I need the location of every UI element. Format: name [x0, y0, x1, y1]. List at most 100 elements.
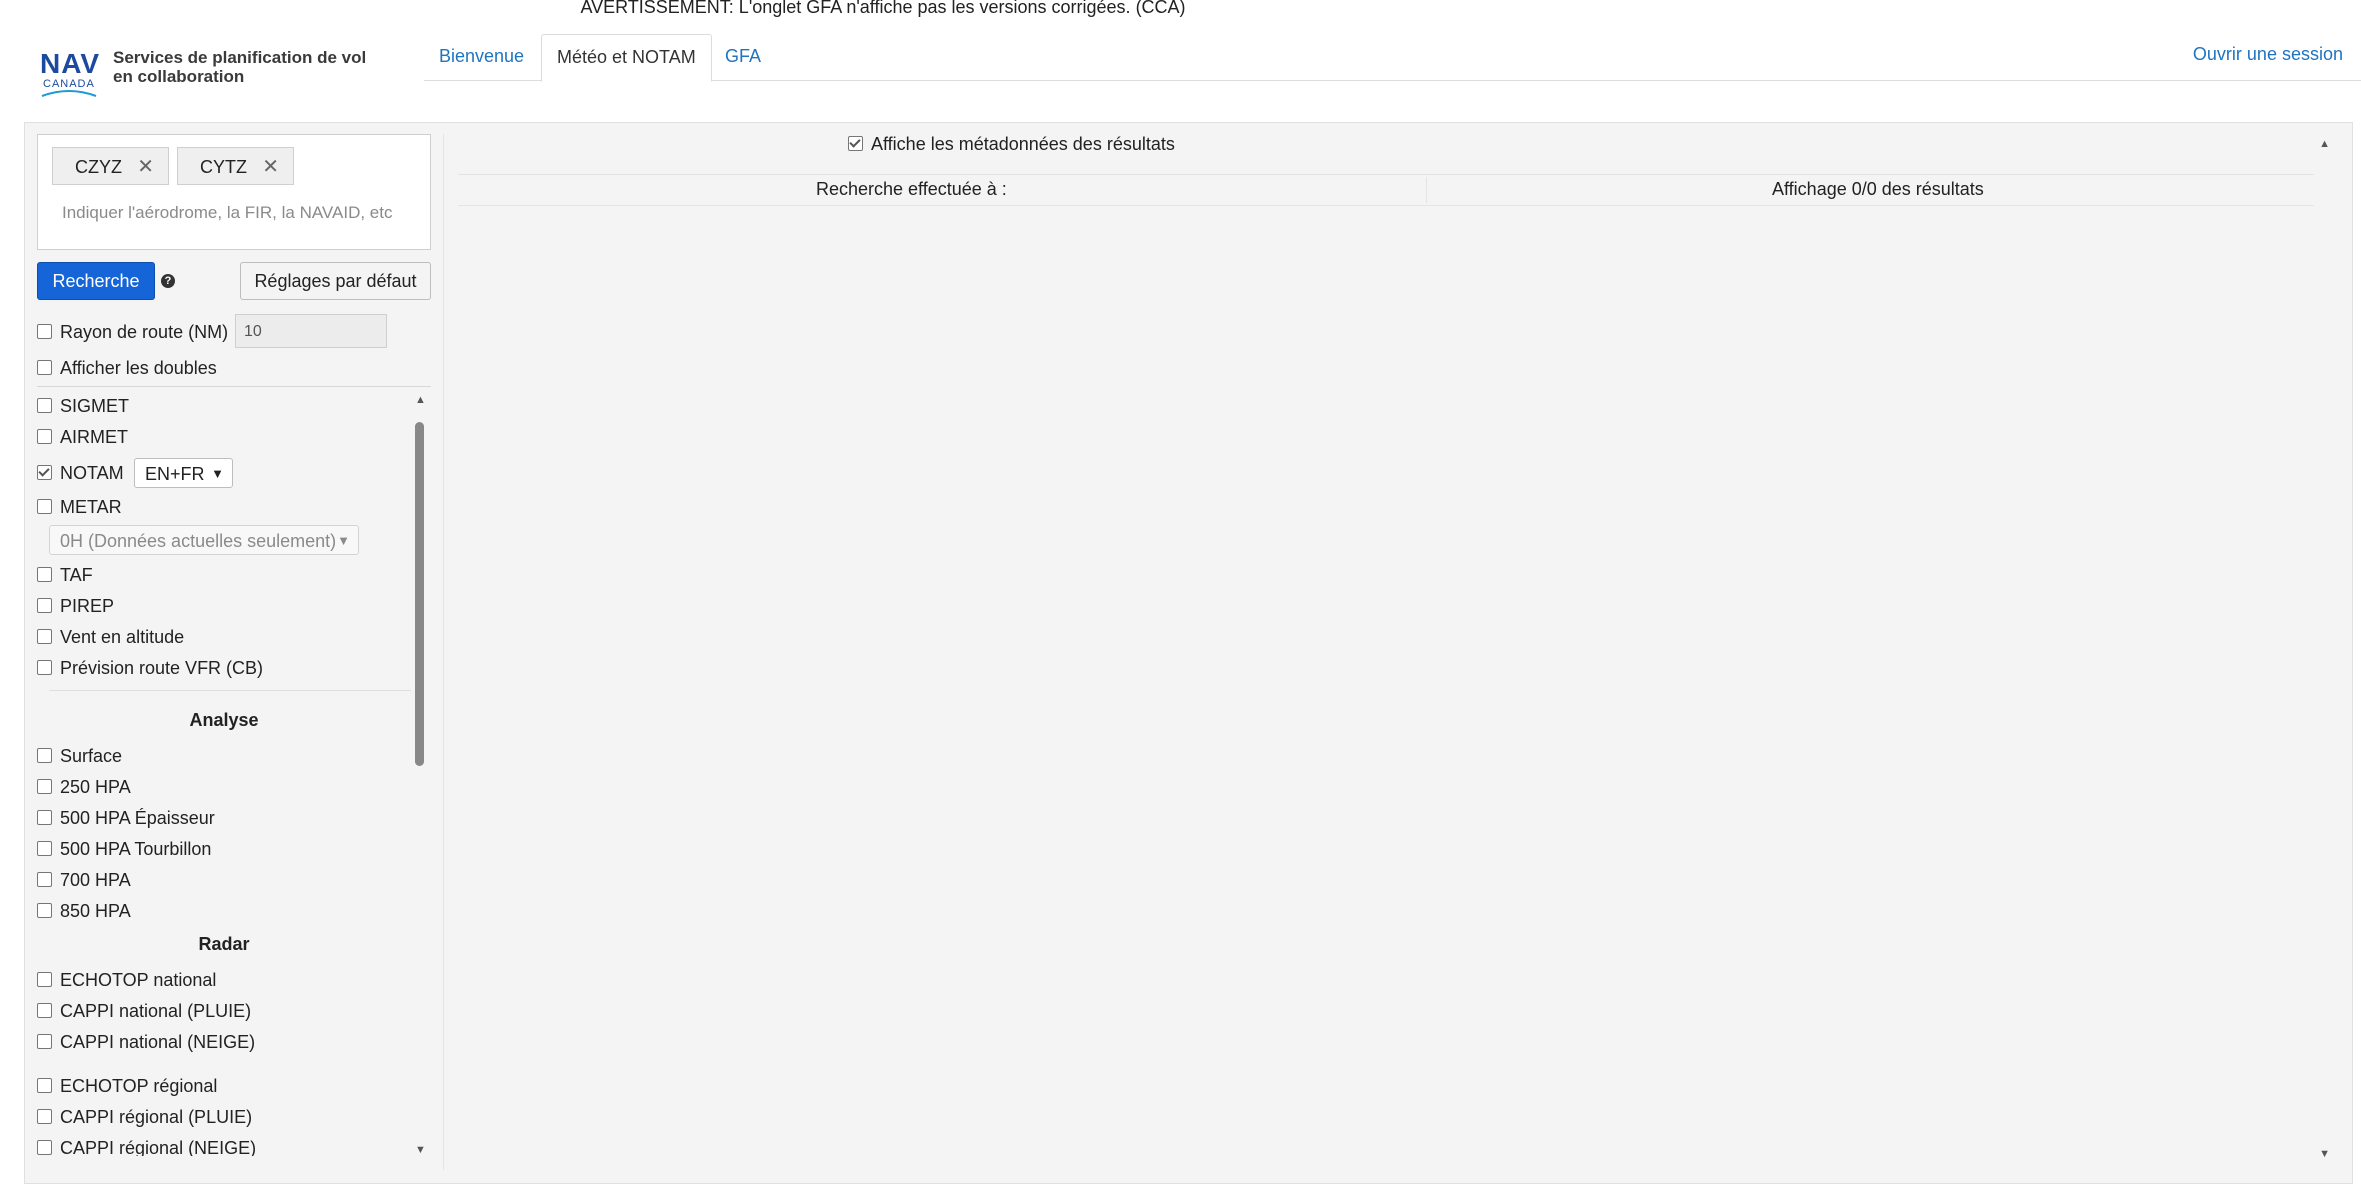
product-upper-wind[interactable]: Vent en altitude	[37, 625, 184, 649]
warning-banner: AVERTISSEMENT: L'onglet GFA n'affiche pa…	[580, 0, 1186, 17]
scroll-down-icon[interactable]: ▼	[415, 1144, 426, 1156]
remove-chip-icon[interactable]: ✕	[262, 148, 279, 186]
radar-item[interactable]: CAPPI régional (NEIGE)	[37, 1136, 256, 1156]
product-metar[interactable]: METAR	[37, 495, 122, 519]
analysis-label: 850 HPA	[60, 901, 131, 921]
taf-checkbox[interactable]	[37, 567, 52, 583]
product-notam[interactable]: NOTAM	[37, 461, 124, 485]
chip-label: CYTZ	[200, 157, 247, 177]
analysis-label: 700 HPA	[60, 870, 131, 890]
radar-item[interactable]: ECHOTOP régional	[37, 1074, 217, 1098]
route-radius-checkbox[interactable]	[37, 324, 52, 340]
tab-bienvenue[interactable]: Bienvenue	[424, 34, 539, 78]
upper-wind-label: Vent en altitude	[60, 627, 185, 647]
sigmet-checkbox[interactable]	[37, 398, 52, 414]
radar-item[interactable]: CAPPI régional (PLUIE)	[37, 1105, 252, 1129]
analysis-item[interactable]: Surface	[37, 744, 122, 768]
radar-label: ECHOTOP régional	[60, 1076, 218, 1096]
product-sigmet[interactable]: SIGMET	[37, 394, 129, 418]
defaults-button[interactable]: Réglages par défaut	[240, 262, 431, 300]
pirep-checkbox[interactable]	[37, 598, 52, 614]
metar-range-value: 0H (Données actuelles seulement)	[60, 531, 337, 551]
product-list: SIGMET AIRMET NOTAM EN+FR ▼ METAR 0H (Don…	[37, 394, 431, 1156]
divider	[1426, 177, 1427, 203]
notam-language-select[interactable]: EN+FR ▼	[134, 458, 233, 488]
analysis-label: 250 HPA	[60, 777, 131, 797]
remove-chip-icon[interactable]: ✕	[137, 148, 154, 186]
chip-label: CZYZ	[75, 157, 122, 177]
search-button[interactable]: Recherche	[37, 262, 155, 300]
radar-checkbox[interactable]	[37, 1034, 52, 1050]
notam-label: NOTAM	[60, 463, 124, 483]
results-header: Recherche effectuée à : Affichage 0/0 de…	[458, 174, 2314, 206]
product-taf[interactable]: TAF	[37, 563, 93, 587]
brand-line-1: Services de planification de vol	[113, 48, 367, 67]
analysis-item[interactable]: 500 HPA Tourbillon	[37, 837, 211, 861]
product-pirep[interactable]: PIREP	[37, 594, 114, 618]
divider	[37, 386, 431, 387]
radar-checkbox[interactable]	[37, 972, 52, 988]
brand-line-2: en collaboration	[113, 67, 245, 86]
sidebar-scrollbar[interactable]: ▲ ▼	[413, 394, 427, 1156]
pirep-label: PIREP	[60, 596, 115, 616]
metadata-option[interactable]: Affiche les métadonnées des résultats	[848, 134, 1175, 155]
chevron-down-icon: ▼	[337, 533, 350, 548]
metar-range-select[interactable]: 0H (Données actuelles seulement) ▼	[49, 525, 359, 555]
scroll-up-icon[interactable]: ▲	[2319, 138, 2330, 150]
radar-checkbox[interactable]	[37, 1078, 52, 1094]
location-search-input[interactable]: Indiquer l'aérodrome, la FIR, la NAVAID,…	[62, 203, 412, 223]
analysis-checkbox[interactable]	[37, 810, 52, 826]
radar-item[interactable]: CAPPI national (PLUIE)	[37, 999, 251, 1023]
nav-canada-logo[interactable]: NAV CANADA	[40, 48, 101, 97]
tab-meteo-notam[interactable]: Météo et NOTAM	[541, 34, 712, 82]
analysis-checkbox[interactable]	[37, 872, 52, 888]
product-vfr-route[interactable]: Prévision route VFR (CB)	[37, 656, 263, 680]
radar-checkbox[interactable]	[37, 1140, 52, 1156]
show-duplicates-option[interactable]: Afficher les doubles	[37, 356, 217, 380]
search-sidebar: CZYZ ✕ CYTZ ✕ Indiquer l'aérodrome, la F…	[37, 134, 431, 1170]
login-link[interactable]: Ouvrir une session	[2193, 44, 2343, 65]
product-airmet[interactable]: AIRMET	[37, 425, 128, 449]
upper-wind-checkbox[interactable]	[37, 629, 52, 645]
analysis-checkbox[interactable]	[37, 841, 52, 857]
analysis-item[interactable]: 700 HPA	[37, 868, 131, 892]
analysis-section-title: Analyse	[189, 710, 259, 730]
taf-label: TAF	[60, 565, 93, 585]
radar-checkbox[interactable]	[37, 1003, 52, 1019]
analysis-checkbox[interactable]	[37, 903, 52, 919]
radar-section-title: Radar	[198, 934, 250, 954]
radar-item[interactable]: ECHOTOP national	[37, 968, 216, 992]
route-radius-option[interactable]: Rayon de route (NM)	[37, 320, 228, 344]
scroll-down-icon[interactable]: ▼	[2319, 1148, 2330, 1160]
metadata-checkbox[interactable]	[848, 136, 863, 152]
radar-label: ECHOTOP national	[60, 970, 217, 990]
results-panel: Affiche les métadonnées des résultats Re…	[443, 134, 2332, 1170]
analysis-item[interactable]: 850 HPA	[37, 899, 131, 923]
route-radius-input[interactable]: 10	[235, 314, 387, 348]
radar-checkbox[interactable]	[37, 1109, 52, 1125]
analysis-checkbox[interactable]	[37, 748, 52, 764]
analysis-item[interactable]: 500 HPA Épaisseur	[37, 806, 215, 830]
vfr-route-label: Prévision route VFR (CB)	[60, 658, 264, 678]
logo-wave-icon	[41, 90, 97, 97]
analysis-checkbox[interactable]	[37, 779, 52, 795]
metar-checkbox[interactable]	[37, 499, 52, 515]
scroll-up-icon[interactable]: ▲	[415, 394, 426, 406]
vfr-route-checkbox[interactable]	[37, 660, 52, 676]
show-duplicates-checkbox[interactable]	[37, 360, 52, 376]
help-icon[interactable]: ?	[161, 274, 175, 288]
main-tabs: Bienvenue Météo et NOTAM GFA	[424, 34, 2361, 82]
analysis-item[interactable]: 250 HPA	[37, 775, 131, 799]
radar-label: CAPPI national (NEIGE)	[60, 1032, 256, 1052]
tab-gfa[interactable]: GFA	[710, 34, 776, 78]
divider	[49, 690, 411, 691]
location-search-box[interactable]: CZYZ ✕ CYTZ ✕ Indiquer l'aérodrome, la F…	[37, 134, 431, 250]
airmet-label: AIRMET	[60, 427, 129, 447]
sigmet-label: SIGMET	[60, 396, 130, 416]
logo-nav-text: NAV	[40, 48, 101, 79]
notam-checkbox[interactable]	[37, 465, 52, 481]
scrollbar-thumb[interactable]	[415, 422, 424, 766]
radar-item[interactable]: CAPPI national (NEIGE)	[37, 1030, 255, 1054]
airmet-checkbox[interactable]	[37, 429, 52, 445]
brand-title: Services de planification de vol en coll…	[113, 48, 373, 86]
